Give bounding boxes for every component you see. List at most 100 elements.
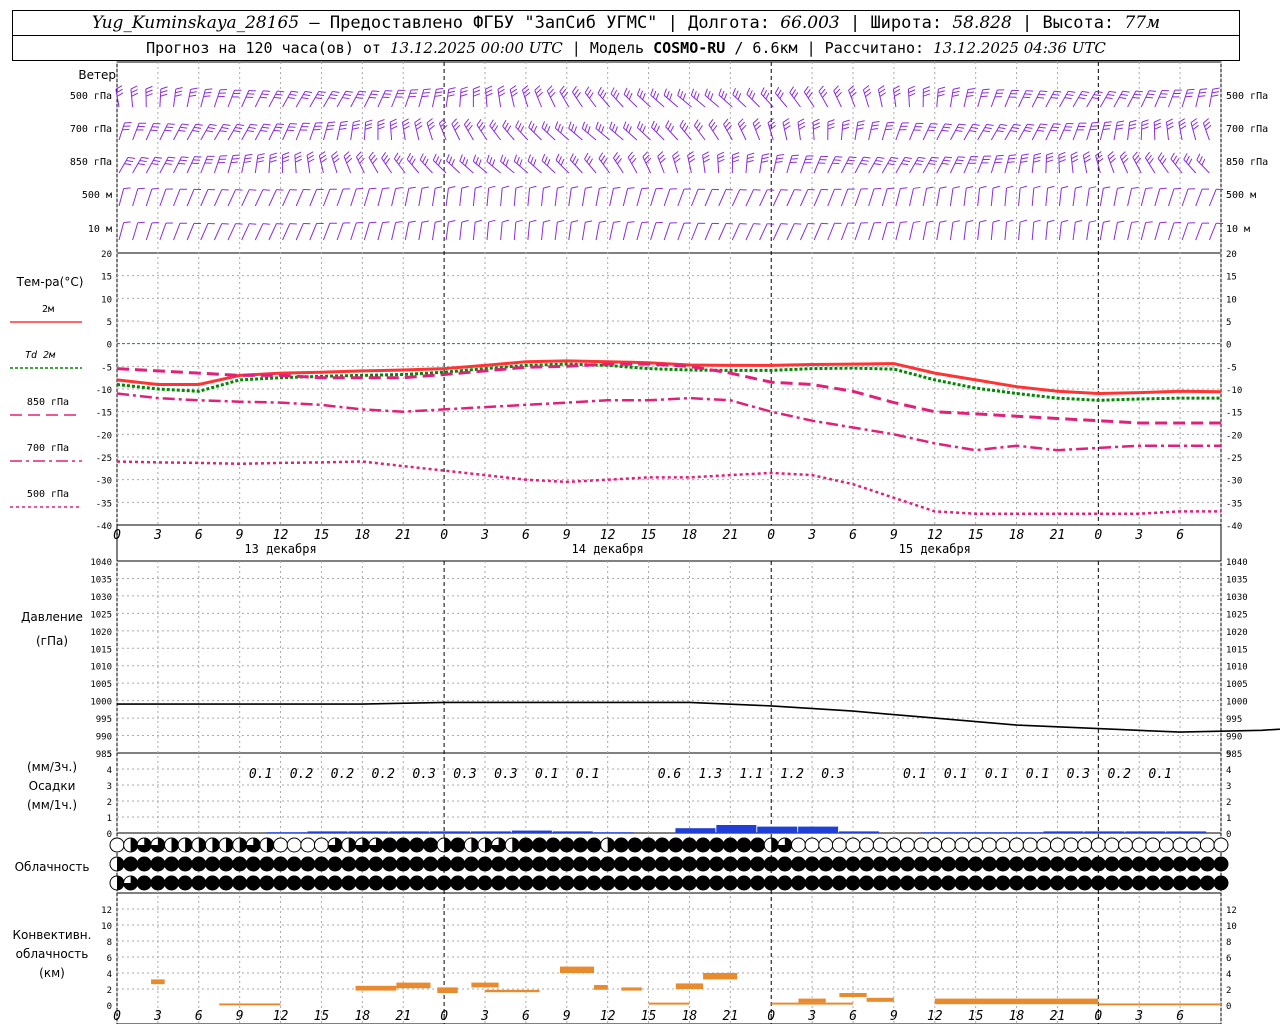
wind-barb-flag [1046, 159, 1054, 163]
pressure-tick-label: 1025 [1226, 610, 1248, 620]
wind-barb-shaft [1031, 123, 1041, 141]
precip-bar [430, 831, 471, 833]
wind-barb-shaft [1072, 91, 1083, 108]
wind-barb-flag [1174, 158, 1180, 165]
wind-barb-shaft [1113, 188, 1118, 207]
wind-barb-shaft [708, 124, 720, 141]
wind-barb-shaft [636, 188, 643, 207]
wind-barb-flag [248, 126, 256, 129]
wind-barb-shaft [159, 123, 169, 141]
wind-barb-flag [732, 159, 740, 163]
wind-barb-flag [178, 129, 186, 132]
wind-barb-flag [178, 162, 186, 165]
cloud-cover-fill [185, 838, 193, 853]
wind-barb-flag [319, 151, 326, 156]
cloud-cover-symbol [395, 837, 411, 853]
wind-barb-flag [1058, 151, 1066, 156]
wind-barb-flag [893, 88, 901, 94]
temp-section-label: Тем-ра(°C) [16, 275, 84, 289]
wind-barb-shaft [1031, 90, 1041, 108]
wind-barb-flag [842, 123, 850, 127]
wind-barb-flag [710, 93, 714, 101]
wind-barb-shaft [213, 155, 221, 174]
wind-barb-flag [639, 90, 644, 98]
wind-barb-shaft [854, 222, 862, 241]
wind-barb-flag [704, 88, 708, 96]
wind-barb-shaft [827, 223, 835, 241]
wind-barb-shaft [1154, 90, 1163, 108]
wind-barb-flag [137, 163, 145, 166]
wind-barb-flag [780, 223, 788, 225]
cloud-cover-symbol [491, 875, 507, 891]
cloud-cover-symbol [150, 875, 166, 891]
wind-barb-shaft [895, 157, 906, 174]
temp-tick-label: -40 [1226, 522, 1242, 532]
wind-barb-flag [616, 158, 622, 165]
wind-barb-flag [598, 152, 604, 159]
cloud-cover-fill [348, 838, 356, 853]
cloud-cover-symbol [395, 875, 411, 891]
wind-barb-shaft [173, 156, 182, 174]
wind-barb-shaft [186, 156, 196, 174]
wind-barb-flag [414, 118, 421, 123]
wind-barb-flag [599, 186, 607, 189]
precip-unit-1h-label: (мм/1ч.) [26, 798, 78, 812]
wind-barb-flag [339, 127, 347, 130]
cloud-cover-symbol [913, 875, 929, 891]
precip-3h-value: 0.1 [1148, 767, 1171, 782]
wind-barb-flag [548, 88, 554, 95]
wind-barb-shaft [241, 90, 250, 108]
wind-barb-shaft [1113, 90, 1124, 108]
wind-barb-flag [1179, 125, 1187, 130]
cloud-cover-symbol [1049, 837, 1065, 853]
cloud-cover-symbol [968, 875, 984, 891]
wind-barb-shaft [936, 89, 939, 108]
cloud-cover-fill [512, 838, 520, 852]
temp-tick-label: 5 [107, 318, 112, 328]
precip-bar [1166, 831, 1207, 833]
temp-series-line [116, 392, 1221, 452]
wind-barb-flag [282, 155, 290, 160]
wind-barb-flag [780, 189, 788, 191]
wind-barb-flag [613, 151, 618, 159]
wind-barb-flag [1204, 121, 1211, 127]
precip-tick-label: 4 [107, 766, 112, 776]
precip-3h-value: 0.3 [821, 767, 844, 782]
cloud-cover-fill [607, 838, 615, 852]
wind-barb-flag [984, 127, 992, 130]
cloud-cover-symbol [518, 875, 534, 891]
cloud-cover-symbol [859, 856, 875, 872]
wind-barb-shaft [895, 222, 901, 241]
cloud-cover-symbol [1213, 875, 1229, 891]
wind-barb-flag [996, 130, 1004, 133]
wind-barb-shaft [227, 223, 237, 241]
wind-barb-flag [1199, 91, 1207, 94]
temp-tick-label: -20 [96, 431, 112, 441]
wind-barb-flag [803, 85, 809, 93]
cloud-cover-symbol [341, 856, 357, 872]
wind-barb-flag [1205, 124, 1212, 131]
conv-cloud-bar [866, 997, 894, 1002]
wind-barb-flag [534, 85, 541, 91]
wind-barb-flag [850, 91, 857, 98]
wind-barb-shaft [381, 157, 393, 174]
cloud-cover-symbol [436, 856, 452, 872]
cloud-cover-fill [239, 838, 247, 852]
wind-barb-flag [864, 88, 871, 94]
cloud-cover-symbol [409, 837, 425, 853]
wind-barb-shaft [1195, 89, 1201, 108]
cloud-cover-symbol [1036, 875, 1052, 891]
wind-barb-flag [793, 92, 799, 99]
conv-cloud-bar [594, 985, 608, 990]
temp-tick-label: 10 [1226, 295, 1237, 305]
wind-barb-flag [602, 92, 607, 100]
wind-barb-flag [396, 155, 401, 162]
wind-barb-flag [751, 92, 756, 100]
pressure-tick-label: 1040 [1226, 558, 1248, 568]
wind-barb-flag [504, 122, 509, 130]
wind-barb-flag [426, 118, 433, 124]
wind-barb-flag [168, 156, 176, 159]
wind-barb-shaft [254, 189, 264, 207]
wind-barb-flag [562, 91, 569, 98]
wind-barb-flag [365, 123, 373, 127]
